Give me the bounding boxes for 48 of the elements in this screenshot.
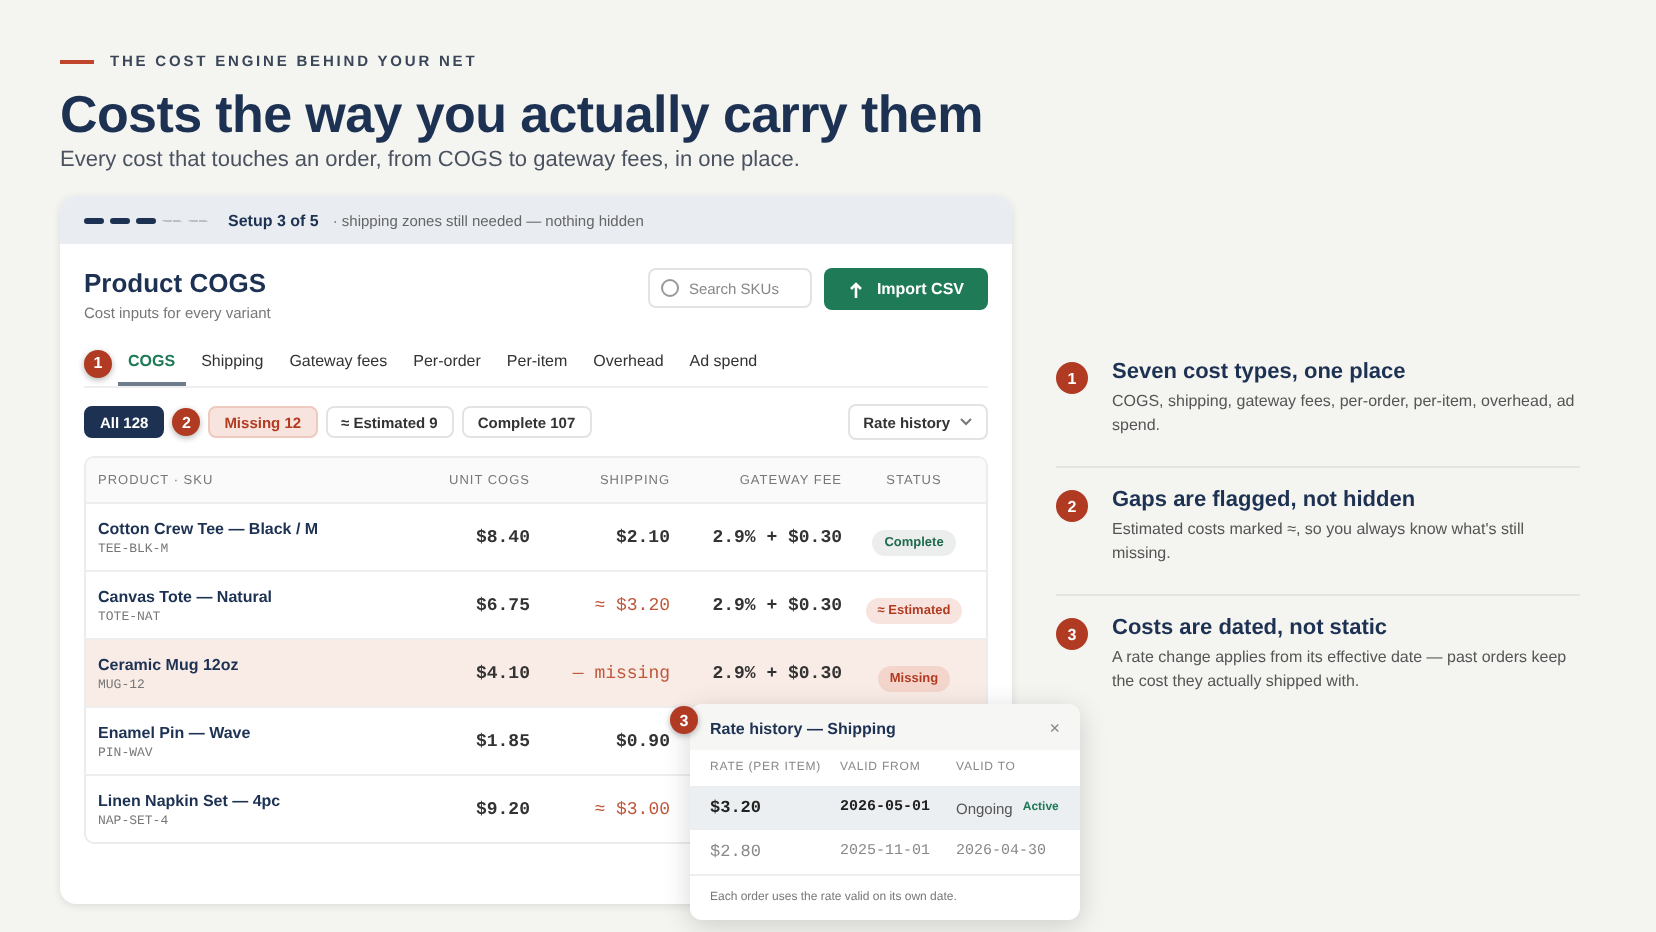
category-tab[interactable]: Per-order <box>403 340 491 386</box>
import-button[interactable]: Import CSV <box>824 268 988 310</box>
product-name: Canvas Tote — Natural <box>98 587 274 605</box>
category-tab[interactable]: Shipping <box>191 340 274 386</box>
panel-title: Product COGS <box>84 268 269 298</box>
number-badge: 2 <box>1056 490 1088 522</box>
product-name: Enamel Pin — Wave <box>98 723 253 741</box>
feature-text: COGS, shipping, gateway fees, per-order, per-item, overhead, ad spend. <box>1112 390 1577 438</box>
page-title: Costs the way you actually carry them <box>60 84 985 144</box>
table-cell-text: $2.10 <box>613 527 670 547</box>
table-cell-text: $4.10 <box>473 663 530 683</box>
table-cell-text: — missing <box>570 663 670 683</box>
setup-label: Setup 3 of 5 <box>228 211 319 229</box>
feature-title: Seven cost types, one place <box>1112 360 1408 384</box>
upload-icon <box>848 279 865 299</box>
table-cell-text: $3.20 <box>710 798 764 818</box>
category-tab[interactable]: COGS <box>118 340 186 386</box>
feature-text: A rate change applies from its effective date — past orders keep the cost they actually shipped with. <box>1112 646 1569 694</box>
popover-title: Rate history — Shipping <box>710 719 896 737</box>
product-name: Ceramic Mug 12oz <box>98 655 241 673</box>
category-tab[interactable]: Per-item <box>496 340 578 386</box>
table-cell-text: ≈ $3.00 <box>592 799 670 819</box>
feature-title: Costs are dated, not static <box>1112 616 1390 640</box>
table-cell-text: $9.20 <box>473 799 530 819</box>
step-marker: 2 <box>172 408 201 436</box>
accent-rule <box>60 59 94 63</box>
category-tab[interactable]: Ad spend <box>679 340 768 386</box>
product-name: Linen Napkin Set — 4pc <box>98 791 283 809</box>
feature-title: Gaps are flagged, not hidden <box>1112 488 1418 512</box>
category-tab[interactable]: Gateway fees <box>279 340 398 386</box>
number-badge: 1 <box>1056 362 1088 394</box>
number-badge: 3 <box>1056 618 1088 650</box>
table-cell-text: ≈ $3.20 <box>592 595 670 615</box>
search-icon <box>660 278 681 298</box>
step-marker: 1 <box>84 349 112 377</box>
table-cell-text: 2.9% + $0.30 <box>710 527 842 547</box>
page-subtitle: Every cost that touches an order, from COGS to gateway fees, in one place. <box>60 148 802 172</box>
table-cell-text: $8.40 <box>473 527 530 547</box>
category-tab[interactable]: Overhead <box>583 340 674 386</box>
table-cell-text: 2.9% + $0.30 <box>710 595 842 615</box>
table-cell-text: $0.90 <box>613 731 670 751</box>
table-cell-text: 2.9% + $0.30 <box>710 663 842 683</box>
feature-text: Estimated costs marked ≈, so you always know what's still missing. <box>1112 518 1526 566</box>
caret-icon <box>960 418 972 426</box>
table-cell-text: $1.85 <box>473 731 530 751</box>
table-cell-text: $2.80 <box>710 842 764 862</box>
product-name: Cotton Crew Tee — Black / M <box>98 519 321 537</box>
table-cell-text: $6.75 <box>473 595 530 615</box>
